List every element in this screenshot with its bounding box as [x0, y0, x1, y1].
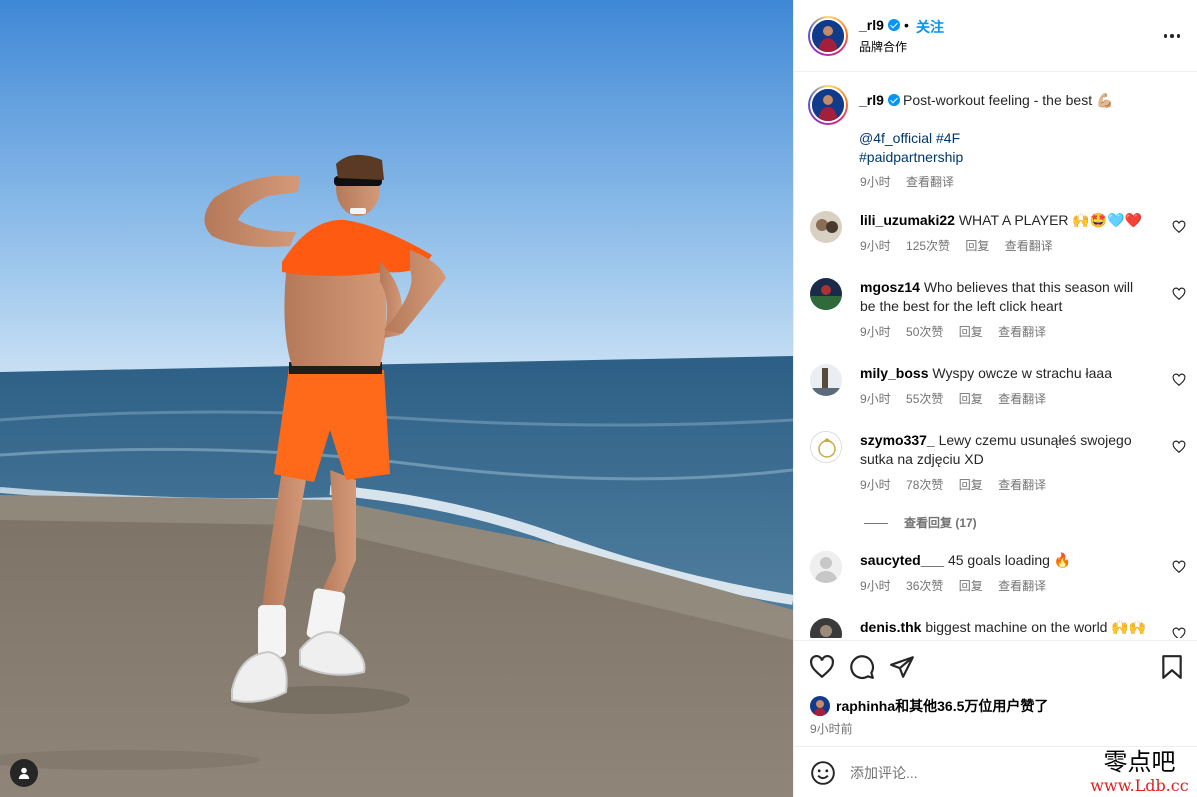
- comment-likes-count[interactable]: 78次赞: [906, 478, 943, 492]
- comment-translate-link[interactable]: 查看翻译: [998, 478, 1046, 492]
- comment-reply-link[interactable]: 回复: [959, 392, 983, 406]
- comment-text: 45 goals loading 🔥: [947, 552, 1072, 568]
- caption-translate-link[interactable]: 查看翻译: [906, 175, 954, 189]
- watermark-logo-text: 零点吧: [1103, 748, 1176, 776]
- comment-likes-count[interactable]: 125次赞: [906, 239, 950, 253]
- comment-text: Wyspy owcze w strachu łaaa: [932, 365, 1112, 381]
- comment-like-heart-icon[interactable]: [1172, 373, 1186, 387]
- comment-text-block: denis.thk biggest machine on the world 🙌…: [860, 618, 1150, 637]
- emoji-icon[interactable]: [810, 760, 836, 786]
- comment-reply-link[interactable]: 回复: [959, 478, 983, 492]
- like-heart-icon[interactable]: [809, 654, 835, 680]
- comment-like-heart-icon[interactable]: [1172, 627, 1186, 638]
- bookmark-icon[interactable]: [1159, 654, 1185, 680]
- separator-dot: •: [904, 17, 909, 33]
- comment-reply-link[interactable]: 回复: [959, 579, 983, 593]
- caption-mention-line[interactable]: @4f_official #4F: [859, 129, 963, 148]
- comment-time: 9小时: [860, 239, 891, 253]
- comment-text-block: saucyted___ 45 goals loading 🔥: [860, 551, 1150, 570]
- comment-like-heart-icon[interactable]: [1172, 287, 1186, 301]
- caption-hashtag-line[interactable]: #paidpartnership: [859, 148, 963, 167]
- caption-time: 9小时: [860, 175, 891, 189]
- caption-avatar[interactable]: [808, 85, 848, 125]
- comment-time: 9小时: [860, 392, 891, 406]
- comment-meta: 9小时 50次赞 回复 查看翻译: [860, 323, 1058, 340]
- post-photo[interactable]: [0, 0, 793, 797]
- comments-list[interactable]: _rl9 Post-workout feeling - the best 💪🏼 …: [794, 73, 1197, 638]
- comment-meta: 9小时 125次赞 回复 查看翻译: [860, 237, 1065, 254]
- comment-time: 9小时: [860, 579, 891, 593]
- comment-icon[interactable]: [849, 654, 875, 680]
- comment-text-block: mgosz14 Who believes that this season wi…: [860, 278, 1150, 316]
- comment-likes-count[interactable]: 36次赞: [906, 579, 943, 593]
- watermark: 零点吧 www.Ldb.cc: [1082, 748, 1197, 797]
- author-username[interactable]: _rl9: [859, 17, 900, 33]
- likes-summary[interactable]: raphinha和其他36.5万位用户赞了: [810, 696, 1048, 716]
- commenter-avatar[interactable]: [810, 551, 842, 583]
- comment-translate-link[interactable]: 查看翻译: [1005, 239, 1053, 253]
- verified-icon: [887, 19, 900, 31]
- comment-translate-link[interactable]: 查看翻译: [998, 392, 1046, 406]
- comment-time: 9小时: [860, 325, 891, 339]
- tagged-users-button[interactable]: [10, 759, 38, 787]
- comment-like-heart-icon[interactable]: [1172, 220, 1186, 234]
- commenter-avatar[interactable]: [810, 211, 842, 243]
- verified-icon: [887, 94, 900, 106]
- comment-text: WHAT A PLAYER 🙌🤩🩵❤️: [958, 212, 1143, 228]
- follow-button[interactable]: 关注: [916, 17, 944, 37]
- caption-meta: 9小时 查看翻译: [860, 173, 966, 190]
- author-avatar[interactable]: [808, 16, 848, 56]
- comment-meta: 9小时 78次赞 回复 查看翻译: [860, 476, 1058, 493]
- comment-text-block: mily_boss Wyspy owcze w strachu łaaa: [860, 364, 1150, 383]
- comment-like-heart-icon[interactable]: [1172, 560, 1186, 574]
- more-icon: [1163, 34, 1181, 38]
- comment-translate-link[interactable]: 查看翻译: [998, 325, 1046, 339]
- commenter-avatar[interactable]: [810, 278, 842, 310]
- commenter-username[interactable]: denis.thk: [860, 619, 921, 635]
- comment-likes-count[interactable]: 50次赞: [906, 325, 943, 339]
- more-options-button[interactable]: [1160, 24, 1184, 48]
- liker-avatar: [810, 696, 830, 716]
- commenter-avatar[interactable]: [810, 618, 842, 638]
- commenter-username[interactable]: saucyted___: [860, 552, 944, 568]
- comment-meta: 9小时 55次赞 回复 查看翻译: [860, 390, 1058, 407]
- comment-text-block: szymo337_ Lewy czemu usunąłeś swojego su…: [860, 431, 1150, 469]
- commenter-username[interactable]: szymo337_: [860, 432, 935, 448]
- likes-text[interactable]: raphinha和其他36.5万位用户赞了: [836, 696, 1048, 716]
- post-details-panel: _rl9 • 关注 品牌合作 _rl9 Post-workout feeling…: [793, 0, 1197, 797]
- comment-like-heart-icon[interactable]: [1172, 440, 1186, 454]
- caption-username[interactable]: _rl9: [859, 92, 900, 108]
- comment-text-block: lili_uzumaki22 WHAT A PLAYER 🙌🤩🩵❤️: [860, 211, 1150, 230]
- comment-translate-link[interactable]: 查看翻译: [998, 579, 1046, 593]
- commenter-avatar[interactable]: [810, 431, 842, 463]
- commenter-username[interactable]: lili_uzumaki22: [860, 212, 955, 228]
- caption-tags[interactable]: @4f_official #4F #paidpartnership: [859, 129, 963, 167]
- post-header: _rl9 • 关注 品牌合作: [794, 0, 1197, 72]
- view-replies-button[interactable]: 查看回复 (17): [864, 514, 977, 531]
- comment-reply-link[interactable]: 回复: [965, 239, 989, 253]
- comment-text: biggest machine on the world 🙌🙌: [925, 619, 1147, 635]
- share-icon[interactable]: [889, 654, 915, 680]
- comment-time: 9小时: [860, 478, 891, 492]
- commenter-avatar[interactable]: [810, 364, 842, 396]
- commenter-username[interactable]: mgosz14: [860, 279, 920, 295]
- post-timestamp[interactable]: 9小时前: [810, 720, 853, 737]
- comment-likes-count[interactable]: 55次赞: [906, 392, 943, 406]
- caption-text: Post-workout feeling - the best 💪🏼: [903, 92, 1114, 108]
- comment-meta: 9小时 36次赞 回复 查看翻译: [860, 577, 1058, 594]
- paid-partnership-label[interactable]: 品牌合作: [859, 38, 907, 55]
- user-tag-icon: [18, 767, 30, 779]
- comment-reply-link[interactable]: 回复: [959, 325, 983, 339]
- beach-photo-illustration: [0, 0, 793, 797]
- post-actions-bar: [794, 640, 1197, 692]
- commenter-username[interactable]: mily_boss: [860, 365, 928, 381]
- watermark-url: www.Ldb.cc: [1090, 776, 1189, 795]
